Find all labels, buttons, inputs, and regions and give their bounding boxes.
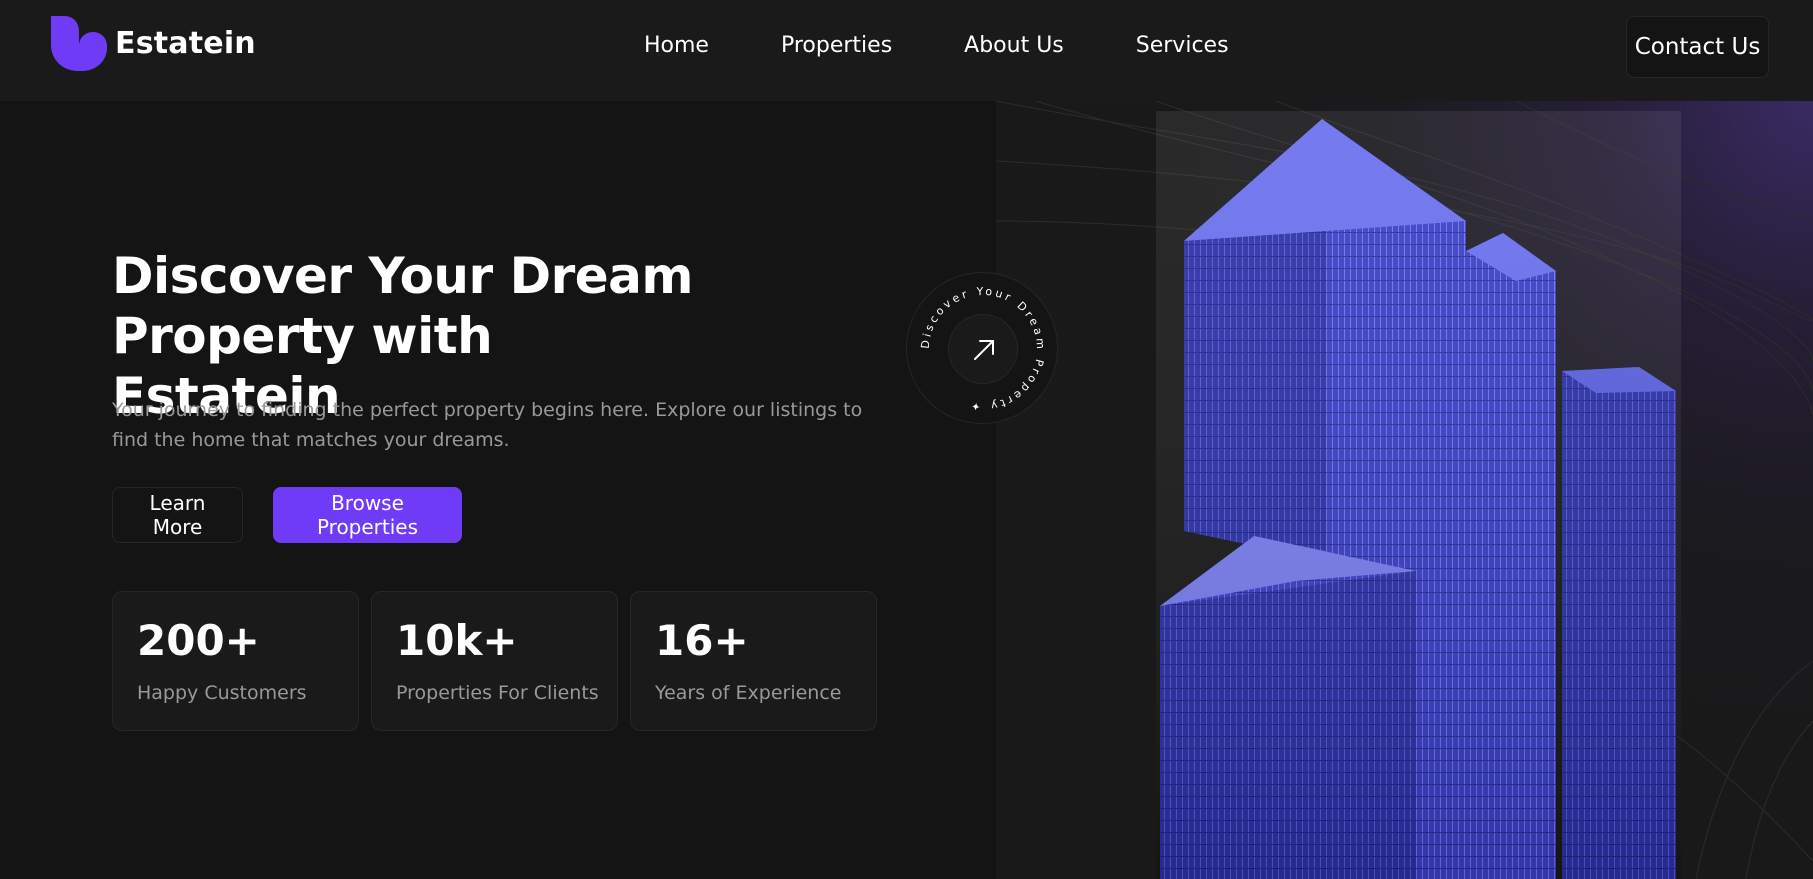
stat-value: 10k+ (396, 616, 518, 665)
estatein-logo-icon (51, 16, 107, 71)
browse-properties-button[interactable]: Browse Properties (273, 487, 462, 543)
hero-actions: Learn More Browse Properties (112, 487, 462, 543)
discover-badge[interactable]: Discover Your Dream Property ✦ (906, 272, 1058, 424)
stat-value: 16+ (655, 616, 749, 665)
hero-subtitle: Your journey to finding the perfect prop… (112, 399, 863, 451)
stat-value: 200+ (137, 616, 260, 665)
stat-card-properties: 10k+ Properties For Clients (371, 591, 618, 731)
arrow-up-right-icon (974, 340, 994, 360)
nav-services[interactable]: Services (1136, 26, 1229, 66)
hero-left-panel: Discover Your Dream Property with Estate… (0, 101, 996, 879)
stat-label: Properties For Clients (396, 682, 599, 704)
learn-more-button[interactable]: Learn More (112, 487, 243, 543)
stat-card-customers: 200+ Happy Customers (112, 591, 359, 731)
hero-title-line-1: Discover Your Dream (112, 247, 694, 305)
stat-label: Years of Experience (655, 682, 842, 704)
nav-home[interactable]: Home (644, 26, 709, 66)
page: Estatein Home Properties About Us Servic… (0, 0, 1813, 879)
stat-card-experience: 16+ Years of Experience (630, 591, 877, 731)
brand-logo[interactable]: Estatein (51, 16, 256, 71)
stat-label: Happy Customers (137, 682, 307, 704)
hero-image-panel (996, 101, 1813, 879)
top-header: Estatein Home Properties About Us Servic… (0, 0, 1813, 101)
building-image (1156, 111, 1681, 879)
contact-us-button[interactable]: Contact Us (1626, 16, 1769, 78)
nav-about-us[interactable]: About Us (964, 26, 1064, 66)
stats-row: 200+ Happy Customers 10k+ Properties For… (112, 591, 877, 731)
badge-center (948, 314, 1018, 384)
main-nav: Home Properties About Us Services (644, 26, 1229, 66)
nav-properties[interactable]: Properties (781, 26, 892, 66)
brand-name: Estatein (115, 26, 256, 61)
